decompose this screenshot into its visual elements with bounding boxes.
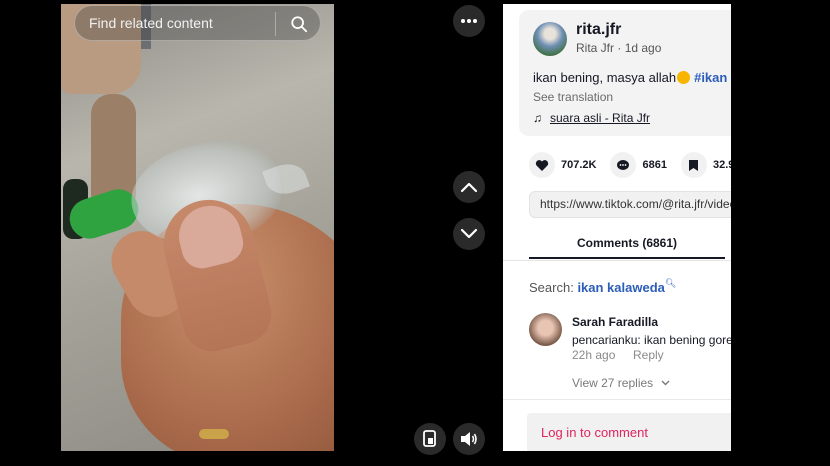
post-caption: ikan bening, masya allah #ikan bbox=[533, 70, 727, 85]
author-display-name: Rita Jfr bbox=[576, 41, 615, 55]
search-icon[interactable] bbox=[290, 15, 308, 33]
hashtag-link[interactable]: #ikan bbox=[694, 70, 727, 85]
video-url-field[interactable]: https://www.tiktok.com/@rita.jfr/video bbox=[529, 191, 731, 218]
video-ring bbox=[199, 429, 229, 439]
previous-video-button[interactable] bbox=[453, 171, 485, 203]
chevron-down-icon bbox=[460, 228, 478, 239]
video-player[interactable] bbox=[61, 4, 334, 451]
music-link[interactable]: ♫ suara asli - Rita Jfr bbox=[533, 111, 650, 125]
tabs-divider bbox=[503, 260, 731, 261]
view-replies-label: View 27 replies bbox=[572, 376, 654, 390]
music-note-icon: ♫ bbox=[533, 111, 542, 125]
search-input[interactable]: Find related content bbox=[74, 5, 321, 41]
comment-time: 22h ago bbox=[572, 348, 616, 362]
like-count: 707.2K bbox=[561, 159, 597, 171]
reply-button[interactable]: Reply bbox=[633, 348, 664, 362]
login-bar: Log in to comment bbox=[503, 399, 731, 451]
volume-icon bbox=[461, 432, 477, 446]
author-meta: Rita Jfr · 1d ago bbox=[576, 41, 661, 55]
meta-separator: · bbox=[617, 41, 625, 55]
commenter-name[interactable]: Sarah Faradilla bbox=[572, 315, 658, 329]
chevron-down-icon bbox=[661, 380, 670, 386]
caption-text: ikan bening, masya allah bbox=[533, 70, 677, 85]
post-time: 1d ago bbox=[624, 41, 662, 55]
comment-text: pencarianku: ikan bening goreng bbox=[572, 333, 731, 347]
author-avatar[interactable] bbox=[533, 22, 567, 56]
bookmark-icon bbox=[680, 152, 707, 178]
engagement-stats: 707.2K 6861 32.9K bbox=[529, 152, 731, 178]
comment-count: 6861 bbox=[642, 159, 667, 171]
save-button[interactable]: 32.9K bbox=[680, 152, 731, 178]
comment-icon bbox=[610, 152, 637, 178]
volume-button[interactable] bbox=[453, 423, 485, 455]
laughing-emoji-icon bbox=[677, 71, 691, 84]
view-replies-button[interactable]: View 27 replies bbox=[572, 376, 670, 390]
tab-comments-indicator bbox=[529, 257, 725, 259]
heart-icon bbox=[529, 152, 555, 178]
commenter-avatar[interactable] bbox=[529, 313, 562, 346]
floating-player-icon bbox=[423, 430, 436, 447]
music-title[interactable]: suara asli - Rita Jfr bbox=[550, 111, 650, 125]
app-root: Find related content rita.jfr Rita Jfr ·… bbox=[0, 0, 830, 466]
search-suggestion[interactable]: Search: ikan kalaweda🔍︎ bbox=[529, 278, 676, 295]
search-suggestion-query[interactable]: ikan kalaweda bbox=[577, 280, 664, 295]
chevron-up-icon bbox=[460, 182, 478, 193]
details-panel: rita.jfr Rita Jfr · 1d ago ikan bening, … bbox=[503, 4, 731, 451]
more-button[interactable] bbox=[453, 5, 485, 37]
small-search-icon: 🔍︎ bbox=[664, 278, 677, 288]
floating-player-button[interactable] bbox=[414, 423, 446, 455]
search-placeholder: Find related content bbox=[89, 15, 213, 31]
save-count: 32.9K bbox=[712, 159, 731, 171]
tab-comments[interactable]: Comments (6861) bbox=[529, 236, 725, 250]
post-info-card: rita.jfr Rita Jfr · 1d ago ikan bening, … bbox=[519, 10, 731, 136]
more-horizontal-icon bbox=[461, 19, 477, 23]
author-username[interactable]: rita.jfr bbox=[576, 21, 621, 39]
like-button[interactable]: 707.2K bbox=[529, 152, 596, 178]
comment-button[interactable]: 6861 bbox=[610, 152, 667, 178]
next-video-button[interactable] bbox=[453, 218, 485, 250]
search-suggestion-prefix: Search: bbox=[529, 280, 574, 295]
see-translation-link[interactable]: See translation bbox=[533, 90, 613, 104]
search-divider bbox=[275, 12, 276, 36]
login-to-comment-button[interactable]: Log in to comment bbox=[527, 413, 731, 451]
